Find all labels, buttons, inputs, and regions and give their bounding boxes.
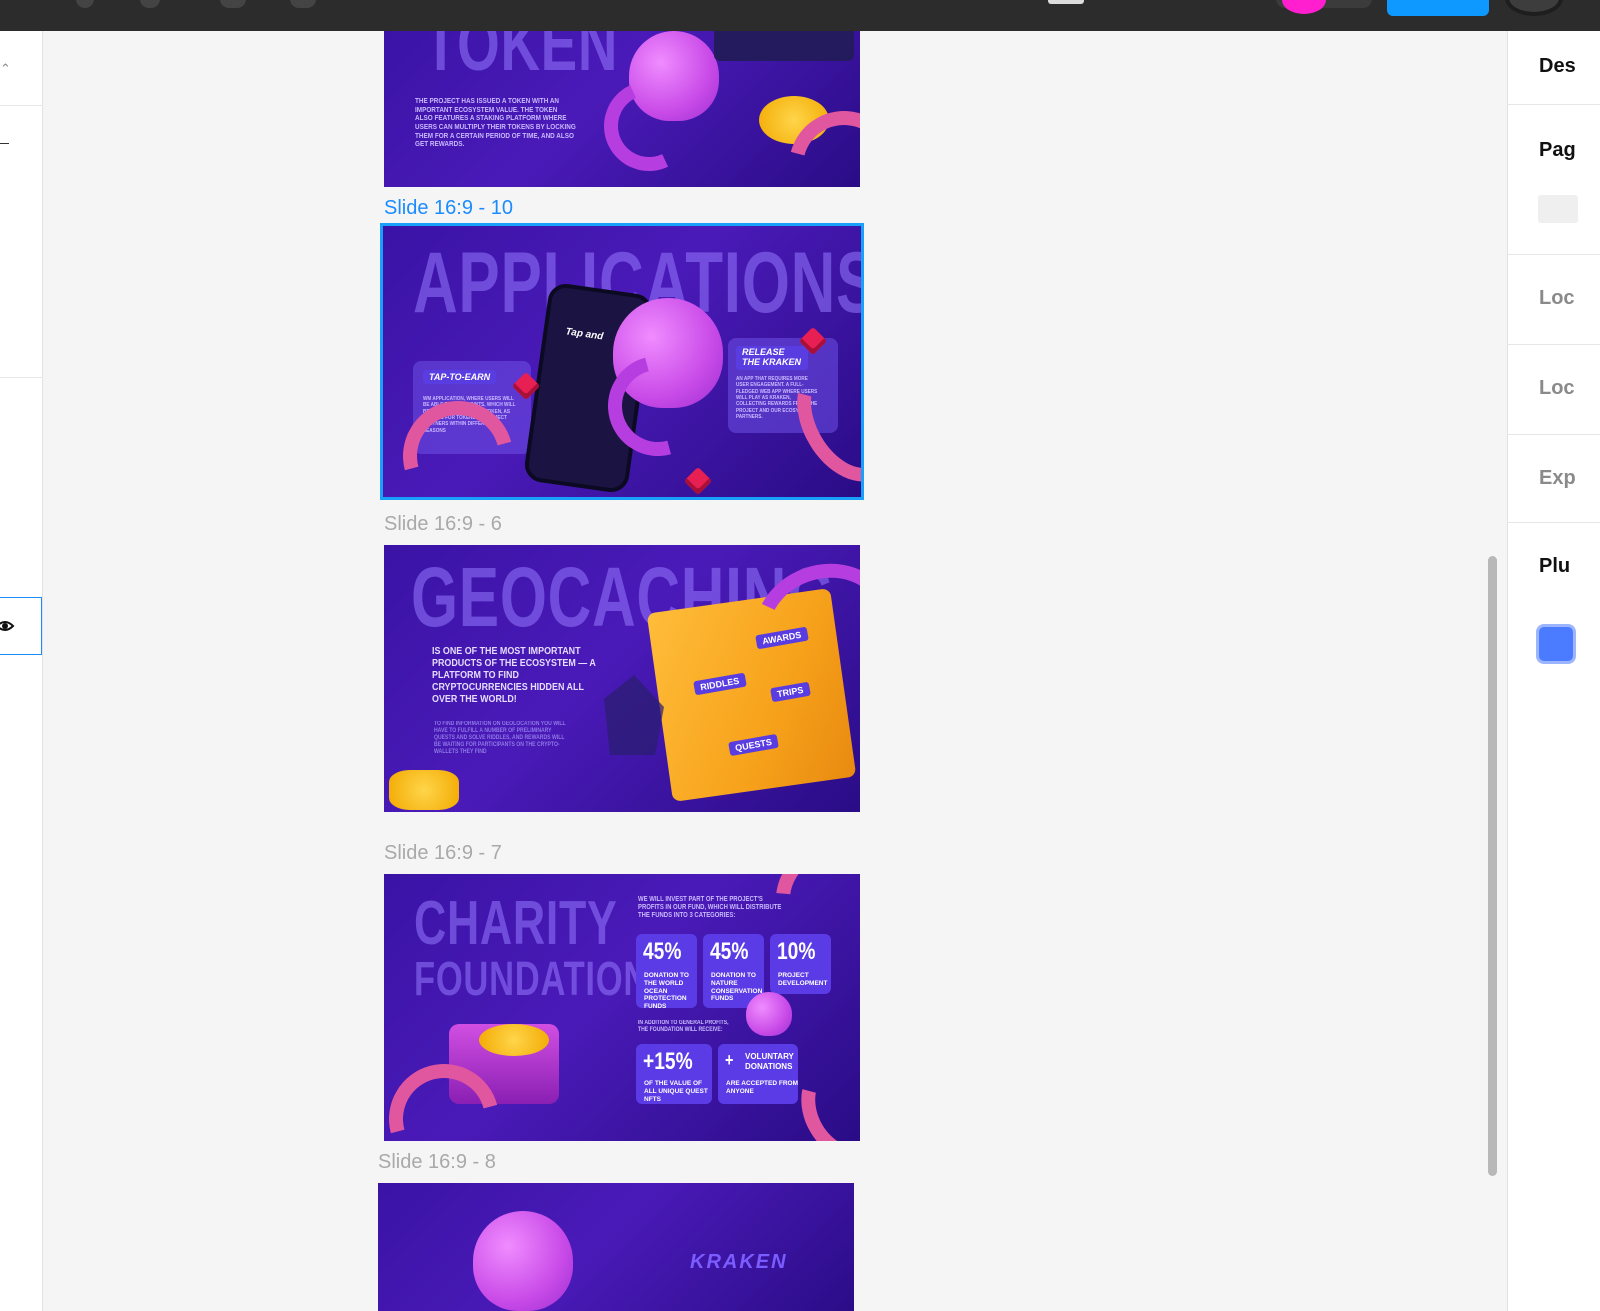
charity-addition: In addition to general profits, the foun… bbox=[638, 1020, 729, 1033]
toolbar-tool-icon[interactable] bbox=[76, 0, 94, 8]
toolbar-tool-icon[interactable] bbox=[290, 0, 316, 8]
divider bbox=[0, 377, 43, 378]
slide-frame-token[interactable]: TOKEN The project has issued a token wit… bbox=[384, 31, 860, 187]
gem-illustration bbox=[683, 466, 713, 496]
plugins-label: Plu bbox=[1539, 555, 1571, 577]
coin-illustration bbox=[479, 1024, 549, 1056]
slide-title: TOKEN bbox=[424, 31, 619, 87]
stat-value: 45% bbox=[643, 938, 682, 965]
panel-section[interactable]: Loc bbox=[1508, 345, 1600, 435]
design-canvas[interactable]: TOKEN The project has issued a token wit… bbox=[43, 31, 1537, 1311]
panel-section[interactable]: Loc bbox=[1508, 255, 1600, 345]
stat-desc: Project development bbox=[778, 972, 828, 987]
design-tab[interactable]: Des bbox=[1539, 55, 1576, 78]
zoom-chip[interactable] bbox=[1048, 0, 1084, 4]
kraken-logo: KRAKEN bbox=[690, 1251, 788, 1273]
extra-card: + Voluntary donations Are accepted from … bbox=[718, 1044, 798, 1104]
share-button[interactable] bbox=[1387, 0, 1489, 16]
slide-frame-applications[interactable]: APPLICATIONS Tap-to-earn WM application,… bbox=[380, 223, 864, 500]
page-section-label: Pag bbox=[1539, 139, 1576, 161]
plugin-icon[interactable] bbox=[1536, 624, 1576, 664]
profile-avatar[interactable] bbox=[1505, 0, 1563, 16]
feature-badge: Release the Kraken bbox=[736, 346, 808, 370]
extra-desc: Of the value of all unique quest NFTs bbox=[644, 1080, 708, 1103]
properties-panel: Des Pag Loc Loc Exp Plu bbox=[1507, 31, 1600, 1311]
stat-card: 45% Donation to the world ocean protecti… bbox=[636, 934, 697, 1011]
eye-icon[interactable] bbox=[0, 619, 17, 633]
slide-frame-charity[interactable]: CHARITY FOUNDATION We will invest part o… bbox=[384, 874, 860, 1141]
extra-value: +15% bbox=[643, 1048, 693, 1075]
toolbar-tool-icon[interactable] bbox=[220, 0, 246, 8]
page-color-swatch[interactable] bbox=[1538, 195, 1578, 223]
slide-body-text: To find information on geolocation you w… bbox=[434, 721, 566, 755]
layer-row-selected[interactable] bbox=[0, 597, 42, 655]
frame-label[interactable]: Slide 16:9 - 10 bbox=[384, 197, 513, 220]
user-avatar[interactable] bbox=[1282, 0, 1326, 14]
extra-card: +15% Of the value of all unique quest NF… bbox=[636, 1044, 712, 1104]
octopus-illustration bbox=[473, 1211, 573, 1311]
top-toolbar bbox=[0, 0, 1600, 31]
layers-panel: ⌃ bbox=[0, 31, 43, 1311]
toolbar-tool-icon[interactable] bbox=[140, 0, 160, 8]
frame-label[interactable]: Slide 16:9 - 7 bbox=[384, 842, 502, 865]
extra-title: Voluntary donations bbox=[745, 1052, 794, 1071]
slide-subtitle: FOUNDATION bbox=[414, 953, 650, 1006]
extra-desc: Are accepted from anyone bbox=[726, 1080, 798, 1095]
slide-frame-8[interactable]: KRAKEN bbox=[378, 1183, 854, 1311]
chevron-up-icon[interactable]: ⌃ bbox=[0, 61, 11, 77]
panel-row[interactable]: Des bbox=[1508, 31, 1600, 105]
screen-mockup bbox=[714, 31, 854, 61]
export-label[interactable]: Exp bbox=[1539, 467, 1576, 490]
extra-value: + bbox=[725, 1050, 734, 1070]
divider bbox=[0, 105, 43, 106]
coin-illustration bbox=[389, 770, 459, 810]
frame-label[interactable]: Slide 16:9 - 6 bbox=[384, 513, 502, 536]
slide-frame-geocaching[interactable]: GEOCACHING Is one of the most important … bbox=[384, 545, 860, 812]
phone-text: Tap and bbox=[564, 326, 604, 343]
slide-title: CHARITY bbox=[414, 889, 618, 958]
vertical-scrollbar[interactable] bbox=[1488, 556, 1497, 1176]
feature-badge: Tap-to-earn bbox=[423, 370, 497, 384]
panel-section: Pag bbox=[1508, 105, 1600, 255]
local-variables-label[interactable]: Loc bbox=[1539, 287, 1575, 310]
ship-illustration bbox=[604, 675, 664, 755]
panel-section[interactable]: Exp bbox=[1508, 435, 1600, 523]
stat-desc: Donation to the world ocean protection f… bbox=[644, 972, 689, 1011]
minus-icon[interactable] bbox=[0, 143, 9, 144]
octopus-illustration bbox=[746, 992, 792, 1036]
slide-body-text: The project has issued a token with an i… bbox=[415, 96, 576, 149]
slide-lead-text: Is one of the most important products of… bbox=[432, 645, 596, 706]
local-styles-label[interactable]: Loc bbox=[1539, 377, 1575, 400]
charity-intro: We will invest part of the project's pro… bbox=[638, 896, 782, 920]
frame-label[interactable]: Slide 16:9 - 8 bbox=[378, 1151, 496, 1174]
stat-value: 45% bbox=[710, 938, 749, 965]
